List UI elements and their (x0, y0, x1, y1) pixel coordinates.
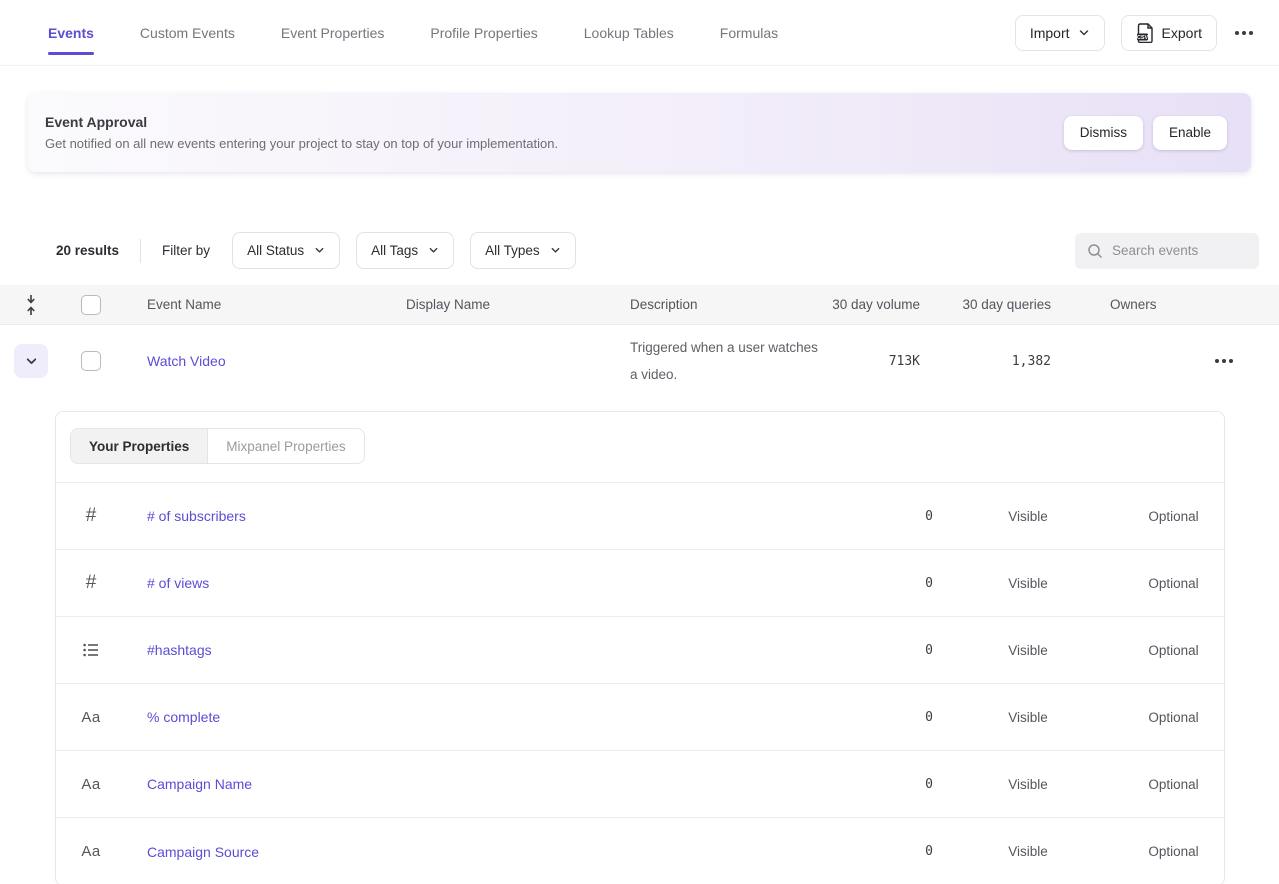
collapse-row-button[interactable] (14, 344, 48, 378)
divider (140, 239, 141, 263)
more-horizontal-icon (1235, 31, 1239, 35)
banner-actions: Dismiss Enable (1064, 116, 1227, 150)
lexicon-tabs: Events Custom Events Event Properties Pr… (48, 0, 778, 66)
results-count: 20 results (56, 243, 119, 258)
import-button[interactable]: Import (1015, 15, 1105, 51)
property-requirement: Optional (1123, 844, 1224, 859)
column-30-day-volume: 30 day volume (820, 297, 920, 312)
event-30-day-volume: 713K (820, 354, 920, 369)
events-table-header: Event Name Display Name Description 30 d… (0, 285, 1279, 325)
properties-tabbar: Your Properties Mixpanel Properties (56, 412, 1224, 483)
event-description: Triggered when a user watches a video. (630, 325, 820, 397)
property-row: # # of views 0 Visible Optional (56, 550, 1224, 617)
tags-filter-dropdown[interactable]: All Tags (356, 232, 454, 269)
row-more-button[interactable] (1213, 353, 1235, 369)
chevron-down-icon (428, 245, 439, 256)
event-approval-banner: Event Approval Get notified on all new e… (28, 93, 1251, 172)
csv-file-icon: CSV (1136, 23, 1154, 43)
text-icon: Aa (56, 843, 126, 860)
tab-lookup-tables[interactable]: Lookup Tables (584, 0, 674, 66)
chevron-down-icon (1078, 27, 1090, 39)
event-row-watch-video: Watch Video Triggered when a user watche… (0, 325, 1279, 397)
event-properties-panel: Your Properties Mixpanel Properties # # … (55, 411, 1225, 884)
property-name-link[interactable]: % complete (147, 709, 220, 725)
more-horizontal-icon (1215, 359, 1219, 363)
event-name-link[interactable]: Watch Video (147, 353, 226, 369)
property-name-link[interactable]: #hashtags (147, 642, 212, 658)
banner-title: Event Approval (45, 114, 558, 130)
property-queries: 0 (806, 777, 933, 792)
nav-more-button[interactable] (1233, 25, 1255, 41)
property-visibility: Visible (933, 576, 1123, 591)
chevron-down-icon (550, 245, 561, 256)
property-visibility: Visible (933, 777, 1123, 792)
property-requirement: Optional (1123, 710, 1224, 725)
top-nav: Events Custom Events Event Properties Pr… (0, 0, 1279, 66)
property-name-link[interactable]: # of subscribers (147, 508, 246, 524)
select-all-checkbox[interactable] (81, 295, 101, 315)
text-icon: Aa (56, 709, 126, 726)
list-icon (56, 643, 126, 657)
tab-your-properties[interactable]: Your Properties (71, 429, 207, 463)
property-queries: 0 (806, 576, 933, 591)
properties-segmented-control: Your Properties Mixpanel Properties (70, 428, 365, 464)
property-queries: 0 (806, 643, 933, 658)
property-row: Aa % complete 0 Visible Optional (56, 684, 1224, 751)
property-queries: 0 (806, 844, 933, 859)
property-queries: 0 (806, 509, 933, 524)
types-filter-dropdown[interactable]: All Types (470, 232, 576, 269)
export-button-label: Export (1162, 25, 1202, 41)
collapse-all-icon (24, 294, 38, 316)
enable-button[interactable]: Enable (1153, 116, 1227, 150)
collapse-all-button[interactable] (0, 294, 62, 316)
column-event-name: Event Name (120, 297, 406, 312)
property-name-link[interactable]: # of views (147, 575, 209, 591)
column-30-day-queries: 30 day queries (920, 297, 1051, 312)
chevron-down-icon (314, 245, 325, 256)
property-visibility: Visible (933, 710, 1123, 725)
property-requirement: Optional (1123, 576, 1224, 591)
nav-actions: Import CSV Export (1015, 15, 1255, 51)
export-button[interactable]: CSV Export (1121, 15, 1217, 51)
filter-bar: 20 results Filter by All Status All Tags… (56, 232, 1259, 269)
banner-text: Event Approval Get notified on all new e… (45, 114, 558, 151)
column-display-name: Display Name (406, 297, 630, 312)
banner-description: Get notified on all new events entering … (45, 136, 558, 151)
column-owners: Owners (1051, 297, 1279, 312)
property-requirement: Optional (1123, 777, 1224, 792)
property-visibility: Visible (933, 844, 1123, 859)
property-requirement: Optional (1123, 509, 1224, 524)
tab-profile-properties[interactable]: Profile Properties (430, 0, 537, 66)
property-queries: 0 (806, 710, 933, 725)
row-checkbox[interactable] (81, 351, 101, 371)
tab-mixpanel-properties[interactable]: Mixpanel Properties (207, 429, 363, 463)
number-icon: # (56, 505, 126, 527)
column-description: Description (630, 297, 820, 312)
property-requirement: Optional (1123, 643, 1224, 658)
number-icon: # (56, 572, 126, 594)
search-events-input[interactable] (1112, 243, 1242, 258)
svg-text:CSV: CSV (1136, 35, 1147, 41)
tab-events[interactable]: Events (48, 0, 94, 66)
event-30-day-queries: 1,382 (920, 354, 1051, 369)
tab-event-properties[interactable]: Event Properties (281, 0, 385, 66)
status-filter-dropdown[interactable]: All Status (232, 232, 340, 269)
property-row: Aa Campaign Name 0 Visible Optional (56, 751, 1224, 818)
import-button-label: Import (1030, 25, 1070, 41)
property-row: # # of subscribers 0 Visible Optional (56, 483, 1224, 550)
property-name-link[interactable]: Campaign Name (147, 776, 252, 792)
text-icon: Aa (56, 776, 126, 793)
property-visibility: Visible (933, 509, 1123, 524)
dismiss-button[interactable]: Dismiss (1064, 116, 1143, 150)
filter-by-label: Filter by (162, 243, 210, 258)
tab-custom-events[interactable]: Custom Events (140, 0, 235, 66)
search-events-box[interactable] (1075, 233, 1259, 269)
property-row: Aa Campaign Source 0 Visible Optional (56, 818, 1224, 884)
property-name-link[interactable]: Campaign Source (147, 844, 259, 860)
chevron-down-icon (25, 355, 38, 368)
property-visibility: Visible (933, 643, 1123, 658)
tab-formulas[interactable]: Formulas (720, 0, 778, 66)
property-row: #hashtags 0 Visible Optional (56, 617, 1224, 684)
search-icon (1087, 243, 1103, 259)
